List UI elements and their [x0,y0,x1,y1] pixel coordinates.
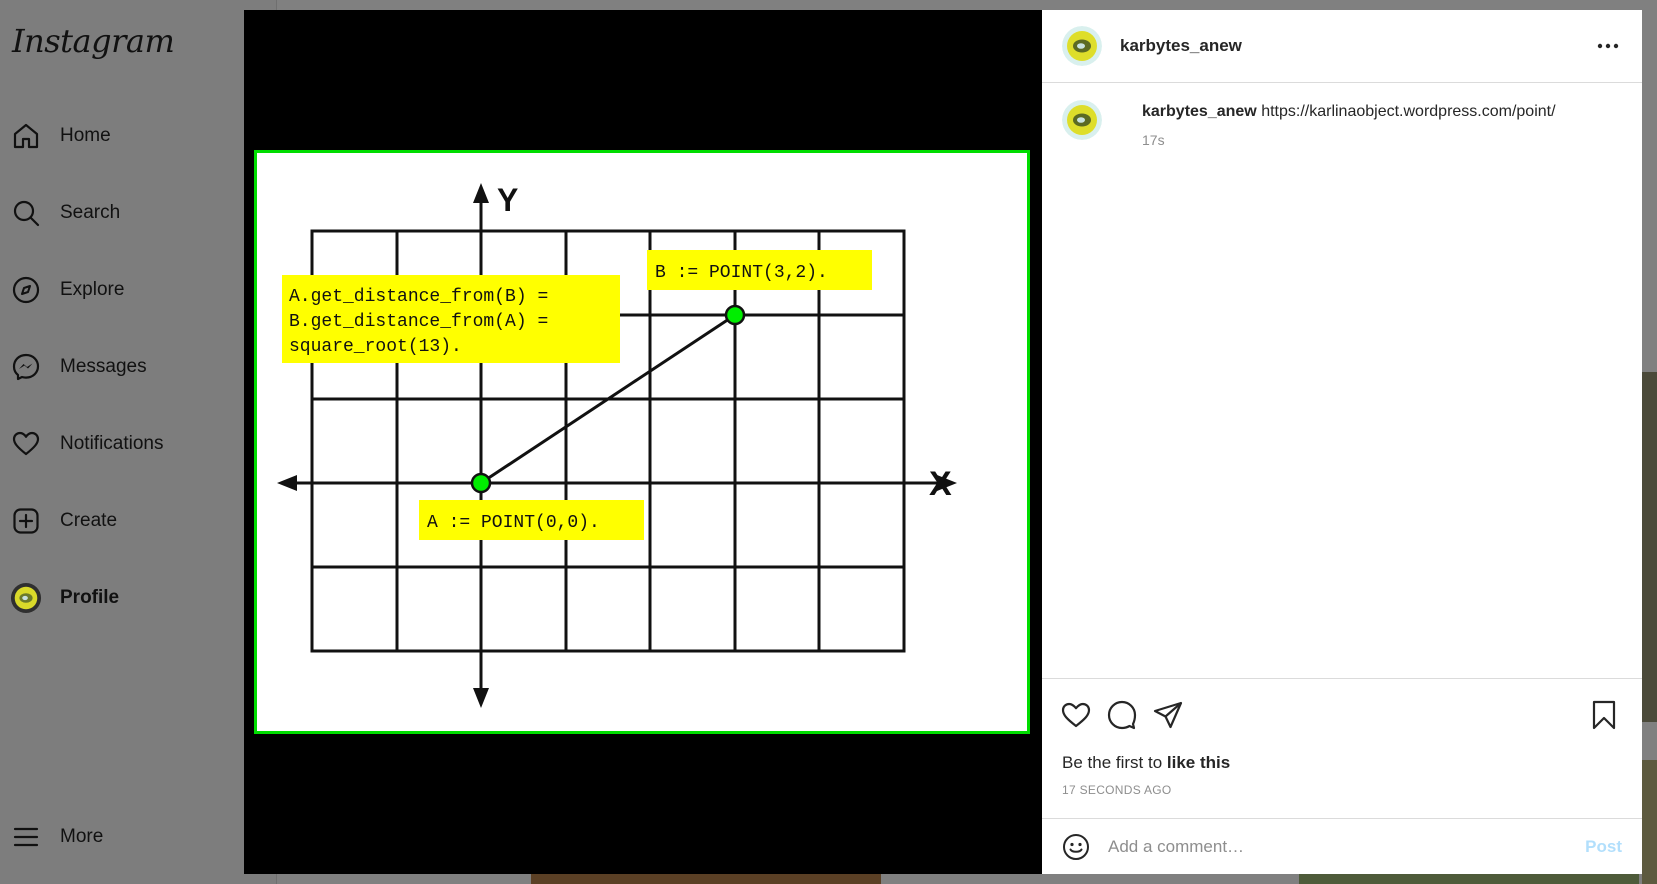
avatar [10,582,42,614]
messenger-icon [10,351,42,383]
sidebar-item-label: Explore [60,279,125,300]
comment-icon[interactable] [1106,699,1138,731]
bookmark-icon[interactable] [1588,699,1620,731]
sidebar-item-profile[interactable]: Profile [10,576,119,620]
sidebar-item-notifications[interactable]: Notifications [10,422,164,466]
post-header: karbytes_anew [1042,10,1642,83]
likes-prefix: Be the first to [1062,753,1167,772]
sidebar-item-label: Profile [60,587,120,608]
sidebar-item-label: More [60,826,104,847]
label-a: A := POINT(0,0). [427,513,600,533]
share-paper-plane-icon[interactable] [1152,699,1184,731]
post-media-panel[interactable]: Y X B := POINT(3,2). A.get_distance_from… [244,10,1042,874]
sidebar-item-label: Messages [60,356,147,377]
distance-line-1: A.get_distance_from(B) = [289,287,548,307]
y-axis-arrow-down [473,688,489,708]
likes-summary: Be the first to like this [1062,753,1230,773]
post-comment-button[interactable]: Post [1585,837,1622,857]
post-time-ago[interactable]: 17 SECONDS AGO [1062,783,1172,797]
post-actions: Be the first to like this 17 SECONDS AGO [1042,678,1642,819]
post-details-panel: karbytes_anew karbytes_anew https://karl… [1042,10,1642,874]
coordinate-diagram: Y X B := POINT(3,2). A.get_distance_from… [277,182,957,708]
y-axis-arrow-up [473,183,489,203]
x-axis-label: X [929,465,952,503]
sidebar-item-search[interactable]: Search [10,191,120,235]
compass-icon [10,274,42,306]
y-axis-label: Y [497,182,518,218]
sidebar-item-explore[interactable]: Explore [10,268,124,312]
sidebar-item-create[interactable]: Create [10,499,117,543]
more-options-icon[interactable] [1594,32,1622,60]
sidebar-item-label: Create [60,510,118,531]
hamburger-menu-icon [10,821,42,853]
sidebar-item-home[interactable]: Home [10,114,111,158]
label-b: B := POINT(3,2). [655,263,828,283]
sidebar-item-label: Notifications [60,433,164,454]
sidebar-item-more[interactable]: More [10,815,103,859]
caption-link[interactable]: https://karlinaobject.wordpress.com/poin… [1261,103,1555,120]
search-icon [10,197,42,229]
sidebar-item-label: Search [60,202,121,223]
avatar[interactable] [1062,26,1102,66]
home-icon [10,120,42,152]
comment-bar: Post [1042,818,1642,875]
emoji-icon[interactable] [1060,831,1092,863]
avatar[interactable] [1062,100,1102,140]
caption-username[interactable]: karbytes_anew [1142,103,1257,120]
distance-line-2: B.get_distance_from(A) = [289,312,548,332]
sidebar: Instagram Home Search Explore Messages N… [0,0,276,884]
sidebar-item-label: Home [60,125,111,146]
post-image: Y X B := POINT(3,2). A.get_distance_from… [254,150,1030,734]
point-b [724,304,746,326]
point-a [470,472,492,494]
x-axis-arrow-left [277,475,297,491]
sidebar-item-messages[interactable]: Messages [10,345,147,389]
post-username[interactable]: karbytes_anew [1120,36,1242,56]
comment-input[interactable] [1106,836,1570,858]
instagram-logo[interactable]: Instagram [12,22,175,60]
caption-text: karbytes_anew https://karlinaobject.word… [1142,102,1622,122]
caption-timestamp[interactable]: 17s [1142,132,1165,148]
like-heart-icon[interactable] [1060,699,1092,731]
distance-line-3: square_root(13). [289,337,462,357]
plus-square-icon [10,505,42,537]
heart-icon [10,428,42,460]
like-this-link[interactable]: like this [1167,753,1230,772]
